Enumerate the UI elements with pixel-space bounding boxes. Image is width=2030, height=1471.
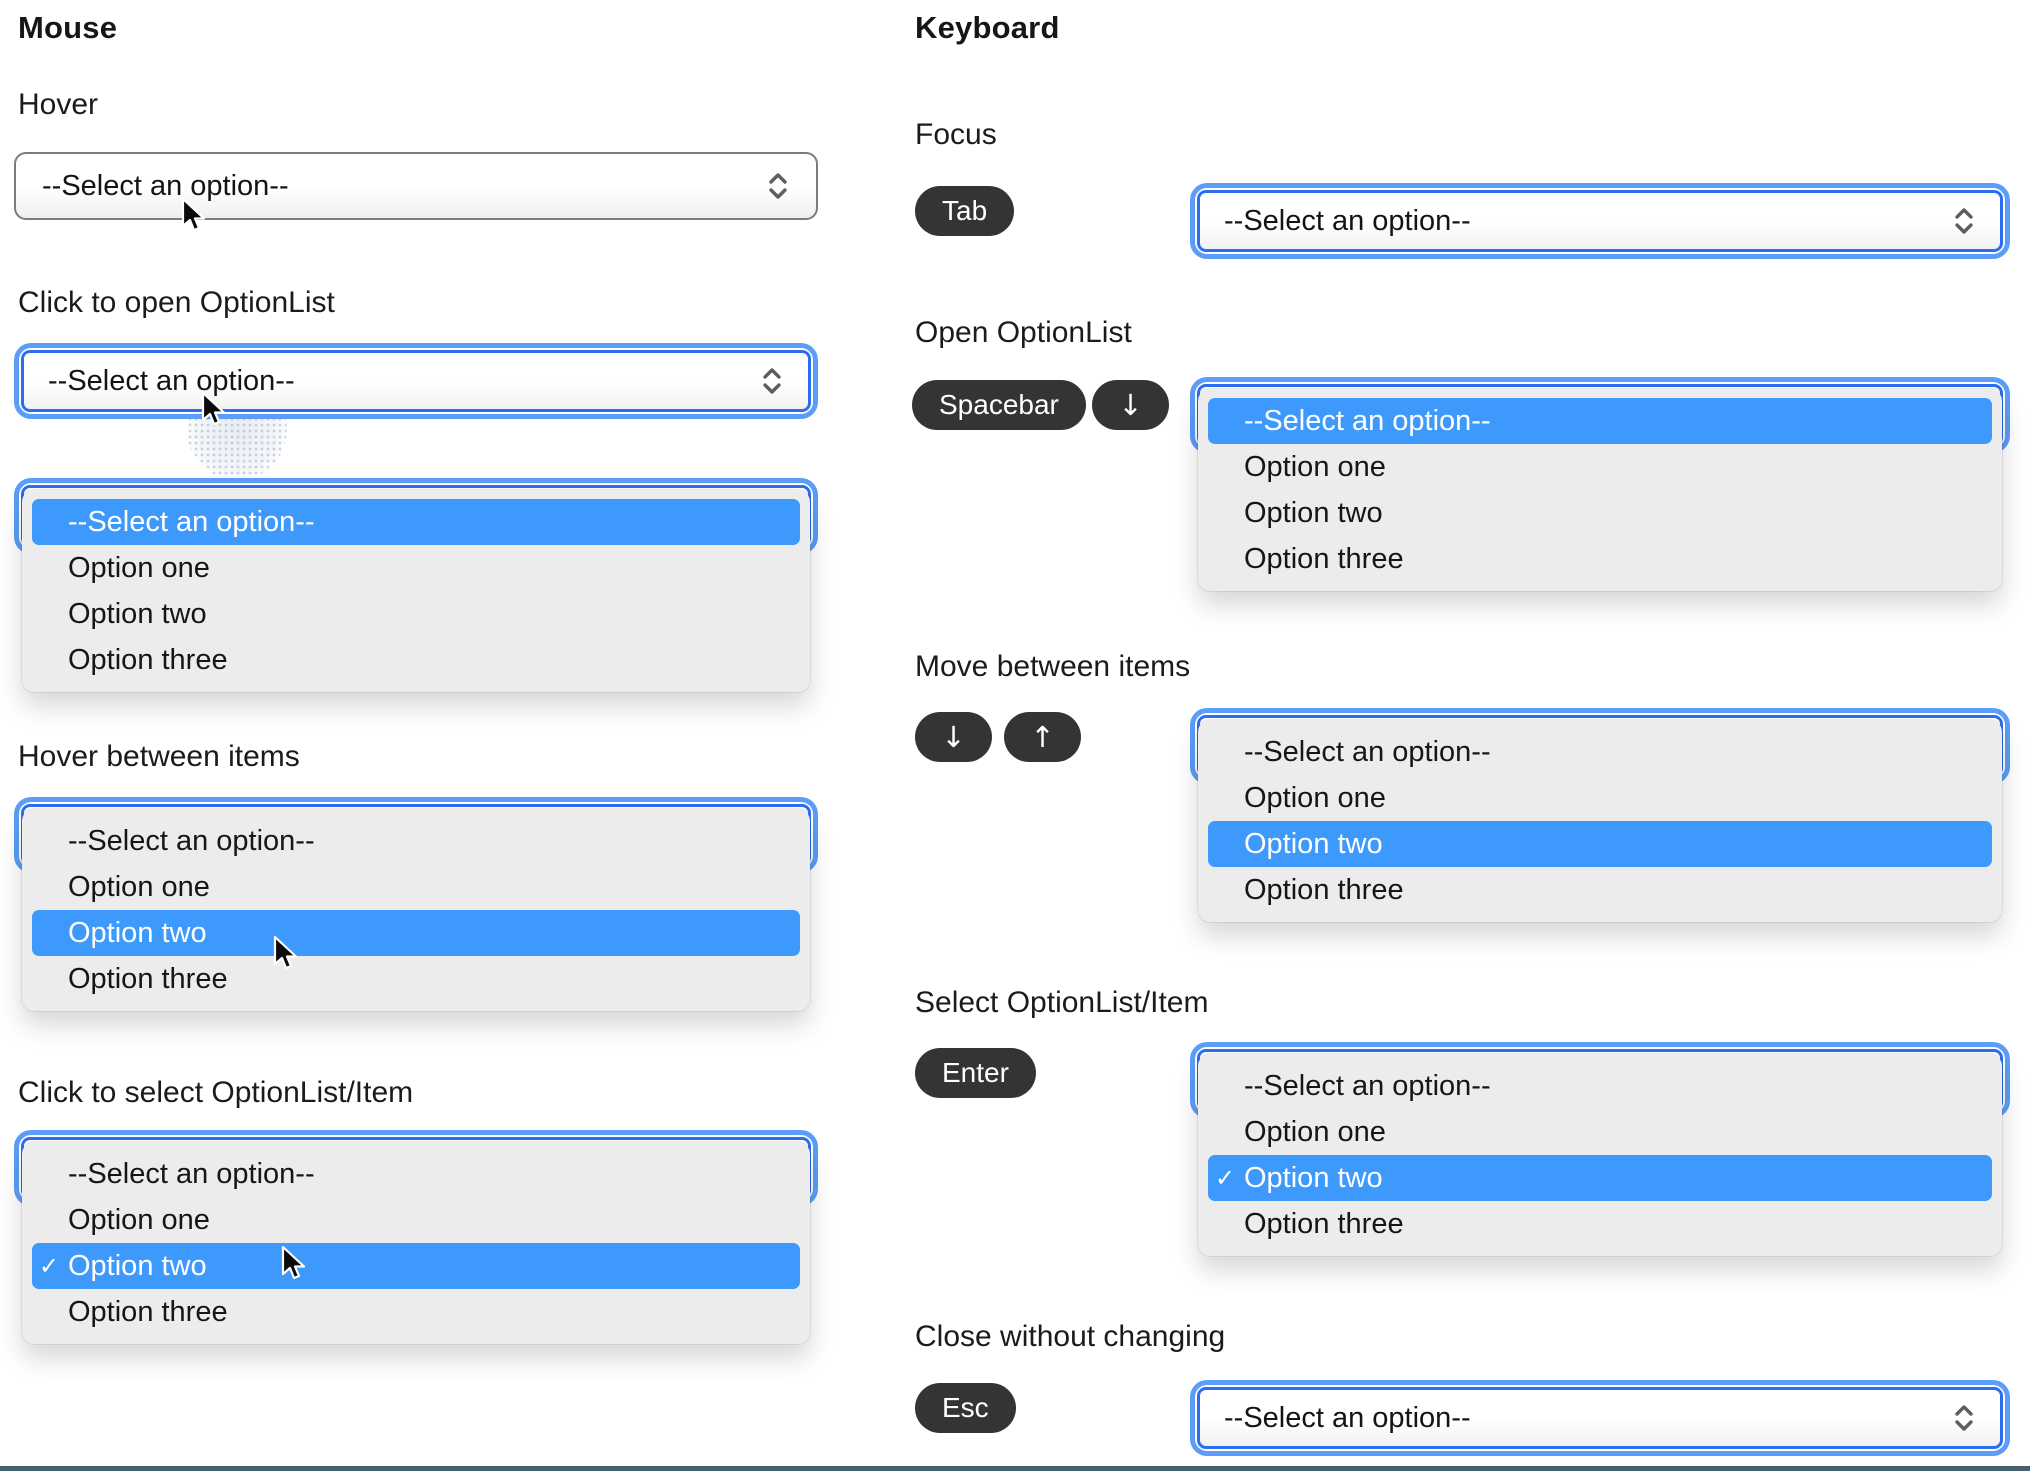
select-interaction-guide: Mouse Hover --Select an option-- Click t… xyxy=(0,0,2030,1471)
option-label: Option two xyxy=(1244,1162,1383,1194)
open-optionlist-keyboard: --Select an option-- Option one Option t… xyxy=(1190,377,2010,591)
option-label: Option one xyxy=(68,552,210,584)
mouse-cursor-icon xyxy=(273,936,298,970)
section-label-focus: Focus xyxy=(915,118,997,151)
option-list-panel: --Select an option-- Option one Option t… xyxy=(22,809,810,1011)
section-label-open: Open OptionList xyxy=(915,316,1132,349)
key-badge-arrow-down: ↓ xyxy=(1092,380,1169,430)
option-item[interactable]: Option three xyxy=(1208,867,1992,913)
mouse-cursor-icon xyxy=(281,1246,306,1280)
option-label: --Select an option-- xyxy=(68,506,315,538)
option-list-panel: --Select an option-- Option one Option t… xyxy=(1198,389,2002,591)
select-value: --Select an option-- xyxy=(1224,204,1471,237)
section-label-move: Move between items xyxy=(915,650,1191,683)
option-label: Option three xyxy=(1244,1208,1404,1240)
option-label: --Select an option-- xyxy=(1244,1070,1491,1102)
select-focused-tab[interactable]: --Select an option-- xyxy=(1190,183,2010,259)
option-label: --Select an option-- xyxy=(1244,736,1491,768)
key-badge-tab: Tab xyxy=(915,186,1015,236)
option-item-highlighted[interactable]: --Select an option-- xyxy=(32,499,800,545)
option-label: Option one xyxy=(1244,1116,1386,1148)
select-value: --Select an option-- xyxy=(48,364,295,397)
option-item-selected[interactable]: ✓ Option two xyxy=(1208,1155,1992,1201)
option-label: Option one xyxy=(1244,451,1386,483)
select-focused-click[interactable]: --Select an option-- xyxy=(14,343,818,419)
option-item[interactable]: Option one xyxy=(1208,775,1992,821)
mouse-cursor-icon xyxy=(201,392,226,426)
mouse-cursor-icon xyxy=(181,198,206,232)
option-item[interactable]: Option three xyxy=(1208,1201,1992,1247)
open-optionlist-mouse: --Select an option-- Option one Option t… xyxy=(14,478,818,692)
option-item-highlighted[interactable]: Option two xyxy=(1208,821,1992,867)
option-list-panel: --Select an option-- Option one ✓ Option … xyxy=(22,1142,810,1344)
option-item-highlighted[interactable]: --Select an option-- xyxy=(1208,398,1992,444)
hover-items-optionlist: --Select an option-- Option one Option t… xyxy=(14,797,818,1011)
bottom-divider xyxy=(0,1466,2030,1471)
select-closed-hover[interactable]: --Select an option-- xyxy=(14,152,818,220)
option-label: Option one xyxy=(68,871,210,903)
option-label: --Select an option-- xyxy=(68,825,315,857)
column-title-mouse: Mouse xyxy=(18,10,118,45)
chevron-up-down-icon xyxy=(1955,1405,1973,1431)
option-list-panel: --Select an option-- Option one ✓ Option … xyxy=(1198,1054,2002,1256)
option-label: Option one xyxy=(1244,782,1386,814)
option-item[interactable]: --Select an option-- xyxy=(1208,1063,1992,1109)
key-badge-spacebar: Spacebar xyxy=(912,380,1086,430)
option-label: Option two xyxy=(68,917,207,949)
option-item[interactable]: Option three xyxy=(32,637,800,683)
chevron-up-down-icon xyxy=(769,173,787,199)
option-item[interactable]: Option one xyxy=(32,1197,800,1243)
column-title-keyboard: Keyboard xyxy=(915,10,1060,45)
option-item[interactable]: Option two xyxy=(32,591,800,637)
section-label-select: Select OptionList/Item xyxy=(915,986,1209,1019)
option-label: Option one xyxy=(68,1204,210,1236)
select-value: --Select an option-- xyxy=(42,169,289,202)
select-item-optionlist-keyboard: --Select an option-- Option one ✓ Option … xyxy=(1190,1042,2010,1256)
option-label: Option two xyxy=(1244,497,1383,529)
option-item[interactable]: --Select an option-- xyxy=(1208,729,1992,775)
option-list-panel: --Select an option-- Option one Option t… xyxy=(1198,720,2002,922)
option-label: Option three xyxy=(68,963,228,995)
option-label: Option three xyxy=(1244,543,1404,575)
section-label-click-select: Click to select OptionList/Item xyxy=(18,1076,414,1109)
option-label: Option three xyxy=(68,1296,228,1328)
section-label-close: Close without changing xyxy=(915,1320,1226,1353)
option-label: Option two xyxy=(68,598,207,630)
key-badge-esc: Esc xyxy=(915,1383,1016,1433)
option-item-selected[interactable]: ✓ Option two xyxy=(32,1243,800,1289)
key-badge-enter: Enter xyxy=(915,1048,1036,1098)
section-label-click-open: Click to open OptionList xyxy=(18,286,335,319)
select-value: --Select an option-- xyxy=(1224,1401,1471,1434)
option-item[interactable]: --Select an option-- xyxy=(32,1151,800,1197)
chevron-up-down-icon xyxy=(1955,208,1973,234)
section-label-hover: Hover xyxy=(18,88,99,121)
select-item-optionlist-mouse: --Select an option-- Option one ✓ Option … xyxy=(14,1130,818,1344)
option-item[interactable]: Option three xyxy=(1208,536,1992,582)
chevron-up-down-icon xyxy=(763,368,781,394)
option-item[interactable]: Option one xyxy=(1208,444,1992,490)
checkmark-icon: ✓ xyxy=(1215,1164,1236,1192)
key-badge-arrow-up: ↑ xyxy=(1004,712,1081,762)
section-label-hover-items: Hover between items xyxy=(18,740,300,773)
option-label: Option three xyxy=(68,644,228,676)
option-item-highlighted[interactable]: Option two xyxy=(32,910,800,956)
option-label: Option two xyxy=(68,1250,207,1282)
checkmark-icon: ✓ xyxy=(39,1252,60,1280)
option-item[interactable]: Option one xyxy=(1208,1109,1992,1155)
move-items-optionlist: --Select an option-- Option one Option t… xyxy=(1190,708,2010,922)
option-item[interactable]: --Select an option-- xyxy=(32,818,800,864)
option-label: Option three xyxy=(1244,874,1404,906)
option-item[interactable]: Option three xyxy=(32,1289,800,1335)
key-badge-arrow-down: ↓ xyxy=(915,712,992,762)
option-item[interactable]: Option three xyxy=(32,956,800,1002)
option-list-panel: --Select an option-- Option one Option t… xyxy=(22,490,810,692)
option-item[interactable]: Option one xyxy=(32,864,800,910)
option-label: --Select an option-- xyxy=(1244,405,1491,437)
option-item[interactable]: Option one xyxy=(32,545,800,591)
option-label: Option two xyxy=(1244,828,1383,860)
option-label: --Select an option-- xyxy=(68,1158,315,1190)
option-item[interactable]: Option two xyxy=(1208,490,1992,536)
select-focused-esc[interactable]: --Select an option-- xyxy=(1190,1380,2010,1456)
